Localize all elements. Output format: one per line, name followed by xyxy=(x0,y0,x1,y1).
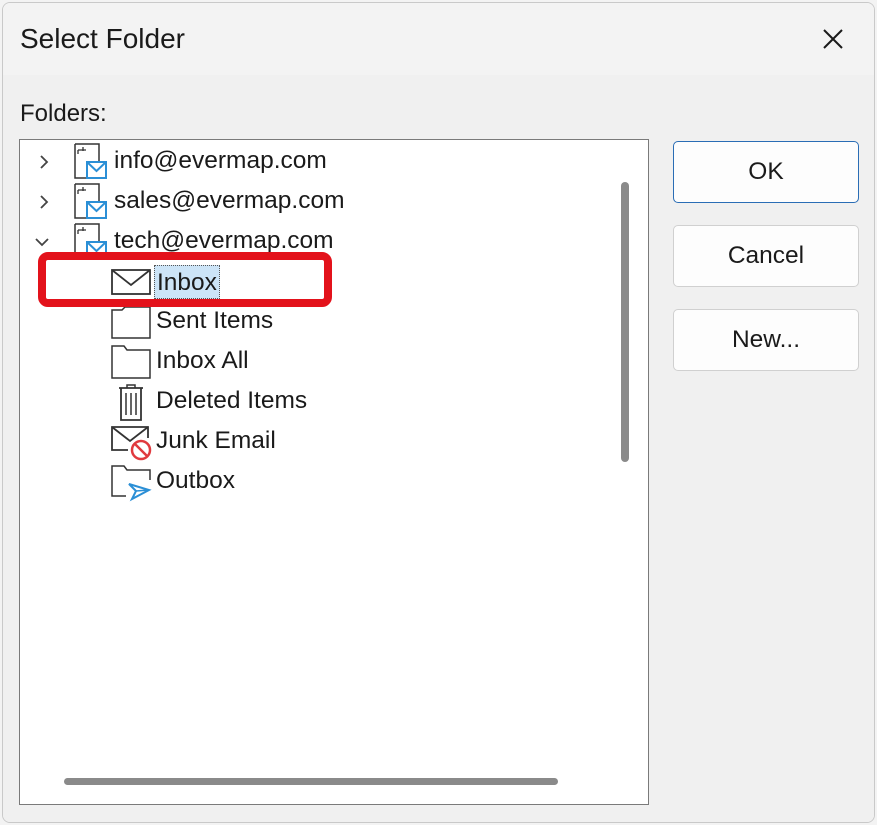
mailbox-icon xyxy=(74,143,107,179)
ok-button[interactable]: OK xyxy=(673,141,859,203)
tree-item-label: Deleted Items xyxy=(156,387,308,414)
mailbox-icon xyxy=(74,183,107,219)
new-folder-button[interactable]: New... xyxy=(673,309,859,371)
horizontal-scrollbar[interactable] xyxy=(64,778,558,785)
tree-item-tech-account[interactable]: tech@evermap.com xyxy=(20,222,605,262)
chevron-right-icon[interactable] xyxy=(36,194,52,210)
tree-item-label: Inbox All xyxy=(156,347,249,374)
chevron-down-icon[interactable] xyxy=(34,234,50,250)
tree-item-deleted-items[interactable]: Deleted Items xyxy=(20,382,605,422)
tree-item-outbox[interactable]: Outbox xyxy=(20,462,605,502)
select-folder-dialog: Select Folder Folders: info@evermap.com … xyxy=(2,2,875,823)
folder-icon xyxy=(111,345,151,379)
tree-item-inbox[interactable]: Inbox xyxy=(20,262,605,302)
tree-item-label: info@evermap.com xyxy=(114,147,327,174)
tree-item-label: Sent Items xyxy=(156,307,274,334)
tree-item-label: sales@evermap.com xyxy=(114,187,345,214)
folder-tree-content: info@evermap.com sales@evermap.com tech@… xyxy=(20,140,605,760)
tree-item-label: Junk Email xyxy=(156,427,276,454)
dialog-title: Select Folder xyxy=(20,23,185,54)
cancel-button[interactable]: Cancel xyxy=(673,225,859,287)
tree-item-label: tech@evermap.com xyxy=(114,227,334,254)
trash-icon xyxy=(119,384,143,421)
tree-item-sales-account[interactable]: sales@evermap.com xyxy=(20,182,605,222)
folder-tree[interactable]: info@evermap.com sales@evermap.com tech@… xyxy=(19,139,649,805)
dialog-body: Folders: info@evermap.com sales@evermap.… xyxy=(3,75,874,822)
vertical-scrollbar[interactable] xyxy=(621,182,629,462)
mailbox-icon xyxy=(74,223,107,259)
close-icon xyxy=(823,29,843,49)
tree-item-label: Outbox xyxy=(156,467,235,494)
tree-item-junk-email[interactable]: Junk Email xyxy=(20,422,605,462)
tree-item-info-account[interactable]: info@evermap.com xyxy=(20,142,605,182)
envelope-icon xyxy=(111,269,151,295)
folders-label: Folders: xyxy=(20,100,107,127)
title-bar: Select Folder xyxy=(3,3,874,75)
outbox-icon xyxy=(111,465,152,502)
junk-mail-icon xyxy=(111,426,152,461)
tree-item-label: Inbox xyxy=(154,265,220,299)
close-button[interactable] xyxy=(811,19,855,59)
tree-item-inbox-all[interactable]: Inbox All xyxy=(20,342,605,382)
folder-icon xyxy=(111,306,151,339)
tree-item-sent-items[interactable]: Sent Items xyxy=(20,302,605,342)
chevron-right-icon[interactable] xyxy=(36,154,52,170)
